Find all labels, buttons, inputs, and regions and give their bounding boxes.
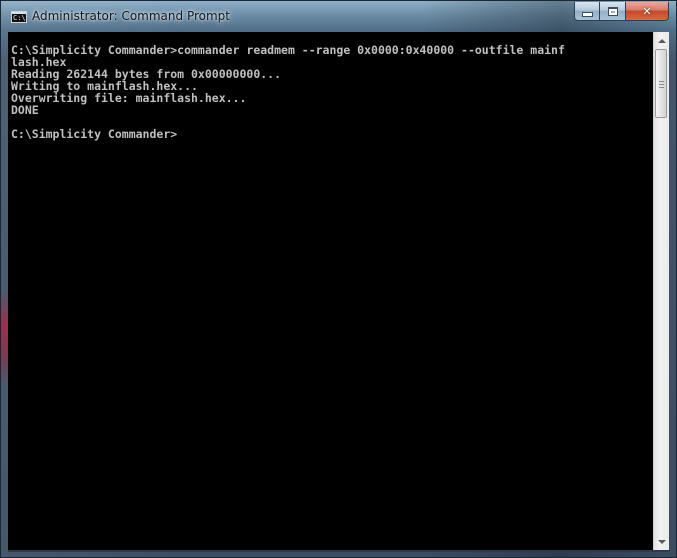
- window-bottom-border: [8, 550, 669, 552]
- close-button[interactable]: ✕: [626, 2, 669, 21]
- close-icon: ✕: [642, 4, 652, 18]
- caption-buttons: ✕: [574, 2, 669, 21]
- window-title: Administrator: Command Prompt: [32, 9, 230, 23]
- console-output[interactable]: C:\Simplicity Commander>commander readme…: [8, 32, 653, 550]
- maximize-button[interactable]: [600, 2, 626, 21]
- console-prompt-line: C:\Simplicity Commander>: [11, 127, 178, 141]
- command-prompt-window: C:\ Administrator: Command Prompt ✕ C:\S…: [0, 0, 677, 558]
- arrow-up-icon: [657, 38, 666, 43]
- minimize-button[interactable]: [574, 2, 600, 21]
- title-bar[interactable]: C:\ Administrator: Command Prompt ✕: [1, 1, 676, 32]
- maximize-icon: [607, 6, 618, 16]
- scroll-up-button[interactable]: [654, 32, 669, 49]
- command-prompt-icon[interactable]: C:\: [11, 11, 27, 23]
- scroll-down-button[interactable]: [654, 533, 669, 550]
- console-line: C:\Simplicity Commander>commander readme…: [11, 43, 565, 57]
- icon-text: C:\: [13, 14, 26, 22]
- vertical-scrollbar[interactable]: [653, 32, 669, 550]
- grip-icon: [659, 81, 664, 88]
- arrow-down-icon: [657, 539, 666, 544]
- console-line: Overwriting file: mainflash.hex...: [11, 91, 247, 105]
- console-lines: C:\Simplicity Commander>commander readme…: [8, 32, 653, 140]
- scrollbar-thumb[interactable]: [655, 49, 667, 118]
- console-line: DONE: [11, 103, 39, 117]
- minimize-icon: [581, 11, 593, 17]
